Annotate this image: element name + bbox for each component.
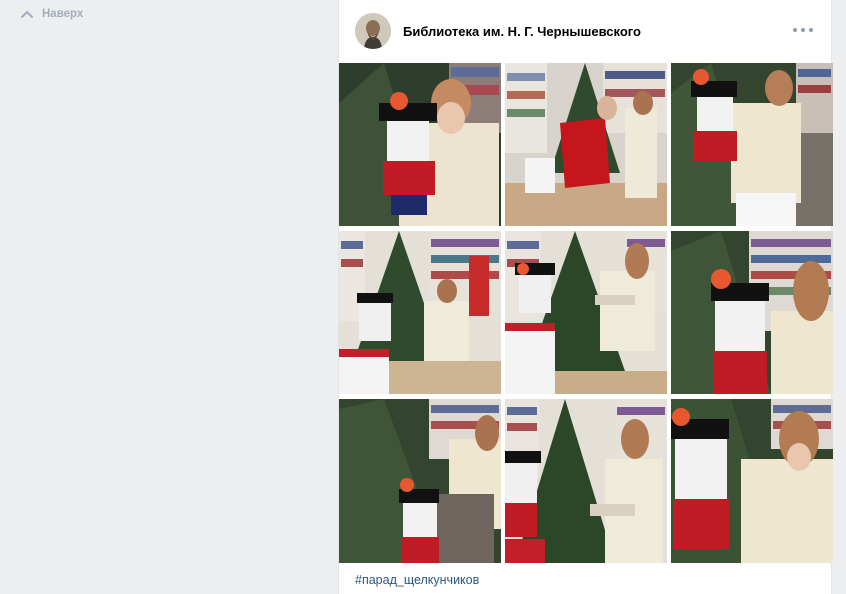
post-photo-7[interactable]	[339, 399, 501, 563]
scroll-up-label: Наверх	[42, 8, 84, 20]
dot-icon	[801, 28, 805, 32]
post-photo-5[interactable]	[505, 231, 667, 394]
photo-image	[671, 399, 833, 563]
post-photo-1[interactable]	[339, 63, 501, 226]
post-photo-6[interactable]	[671, 231, 833, 394]
portrait-avatar-image	[355, 13, 391, 49]
dot-icon	[809, 28, 813, 32]
post-author-name[interactable]: Библиотека им. Н. Г. Чернышевского	[403, 24, 641, 39]
photo-image	[671, 231, 833, 394]
wall-post: Библиотека им. Н. Г. Чернышевского #пара…	[338, 0, 833, 594]
photo-image	[671, 63, 833, 226]
post-photo-9[interactable]	[671, 399, 833, 563]
post-photo-2[interactable]	[505, 63, 667, 226]
photo-image	[505, 63, 667, 226]
post-photo-3[interactable]	[671, 63, 833, 226]
author-avatar[interactable]	[355, 13, 391, 49]
post-header: Библиотека им. Н. Г. Чернышевского	[339, 0, 831, 62]
photo-image	[505, 231, 667, 394]
post-photo-4[interactable]	[339, 231, 501, 394]
photo-image	[339, 63, 501, 226]
photo-image	[339, 399, 501, 563]
photo-image	[339, 231, 501, 394]
more-actions-button[interactable]	[793, 22, 813, 38]
photo-grid	[339, 63, 833, 563]
post-photo-8[interactable]	[505, 399, 667, 563]
post-hashtag-link[interactable]: #парад_щелкунчиков	[355, 573, 479, 587]
photo-image	[505, 399, 667, 563]
dot-icon	[793, 28, 797, 32]
scroll-up-link[interactable]: Наверх	[20, 8, 83, 20]
chevron-up-icon	[21, 11, 33, 18]
